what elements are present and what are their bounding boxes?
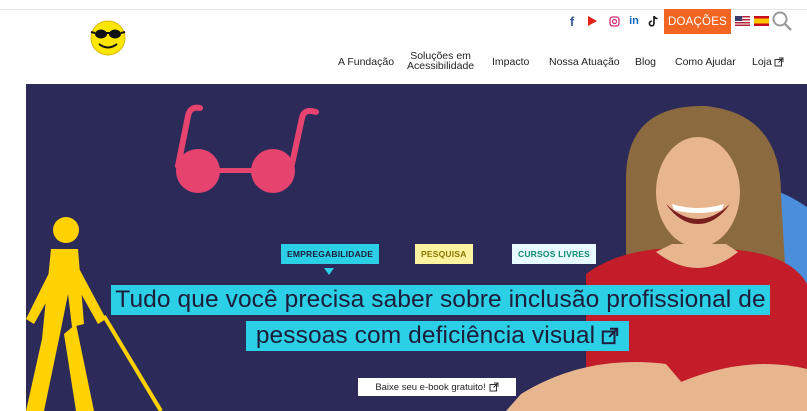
hero-headline-line2[interactable]: pessoas com deficiência visual xyxy=(246,321,629,351)
nav-item-loja[interactable]: Loja xyxy=(752,48,784,76)
nav-item-fundacao[interactable]: A Fundação xyxy=(338,48,394,76)
nav-item-como-ajudar[interactable]: Como Ajudar xyxy=(675,48,736,76)
nav-item-solucoes[interactable]: Soluções em Acessibilidade xyxy=(407,47,474,75)
nav-item-nossa-atuacao[interactable]: Nossa Atuação xyxy=(549,48,620,76)
tab-pesquisa[interactable]: PESQUISA xyxy=(415,244,473,264)
linkedin-icon[interactable]: in xyxy=(627,10,641,32)
hero-banner: EMPREGABILIDADE PESQUISA CURSOS LIVRES T… xyxy=(26,84,807,411)
nav-label: Impacto xyxy=(492,56,530,68)
facebook-icon[interactable]: f xyxy=(566,10,578,32)
external-link-icon xyxy=(601,327,619,345)
nav-item-blog[interactable]: Blog xyxy=(635,48,656,76)
tiktok-icon[interactable] xyxy=(646,10,660,32)
tab-empregabilidade[interactable]: EMPREGABILIDADE xyxy=(281,244,380,264)
nav-label: Nossa Atuação xyxy=(549,56,620,68)
nav-item-impacto[interactable]: Impacto xyxy=(492,48,529,76)
hero-headline-line1[interactable]: Tudo que você precisa saber sobre inclus… xyxy=(111,285,770,315)
external-link-icon xyxy=(489,382,499,392)
ebook-download-button[interactable]: Baixe seu e-book gratuito! xyxy=(358,378,516,396)
nav-label: Loja xyxy=(752,56,772,68)
external-link-icon xyxy=(774,57,784,67)
us-flag-icon[interactable] xyxy=(735,16,750,26)
nav-label-line2: Acessibilidade xyxy=(407,60,475,72)
nav-label: Como Ajudar xyxy=(675,56,736,68)
headline-text: pessoas com deficiência visual xyxy=(255,322,596,349)
tab-cursos-livres[interactable]: CURSOS LIVRES xyxy=(512,244,597,264)
smiley-sunglasses-icon[interactable] xyxy=(86,14,130,58)
nav-label: Blog xyxy=(635,56,657,68)
instagram-icon[interactable] xyxy=(607,10,621,32)
search-icon[interactable] xyxy=(771,10,793,32)
youtube-icon[interactable] xyxy=(586,10,598,32)
glasses-illustration xyxy=(175,104,319,193)
nav-label: A Fundação xyxy=(338,56,395,68)
donate-button[interactable]: DOAÇÕES xyxy=(664,9,731,34)
ebook-label: Baixe seu e-book gratuito! xyxy=(375,381,486,393)
spain-flag-icon[interactable] xyxy=(754,16,769,26)
